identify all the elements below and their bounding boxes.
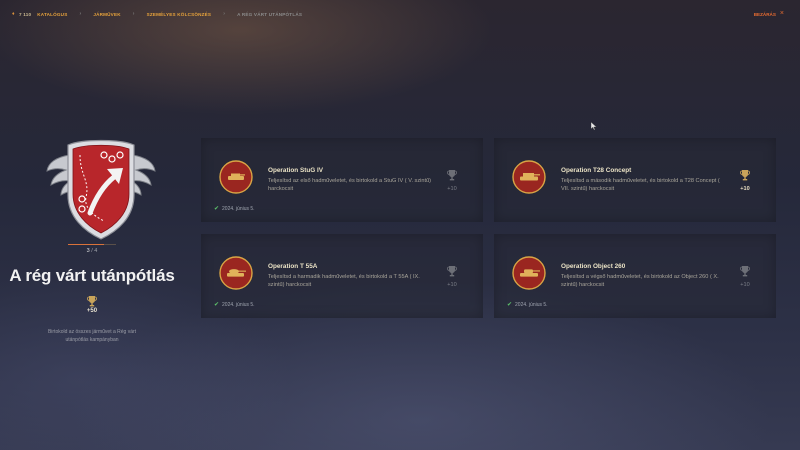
completion-date-text: 2024. június 5. <box>222 205 255 212</box>
operation-description: Teljesítsd a végső hadműveletet, és birt… <box>561 274 719 288</box>
operation-title: Operation T28 Concept <box>561 167 632 174</box>
campaign-progress-text: 3 / 4 <box>0 248 184 254</box>
operation-reward: +10 <box>441 264 463 288</box>
close-button[interactable]: Bezárás × <box>753 10 784 17</box>
close-label: Bezárás <box>753 11 776 17</box>
breadcrumb-personal-rental[interactable]: Személyes kölcsönzés <box>147 12 212 17</box>
operation-title: Operation Object 260 <box>561 263 626 270</box>
campaign-reward: +50 <box>0 296 184 314</box>
operation-reward-value: +10 <box>447 282 457 288</box>
operation-reward: +10 <box>441 168 463 192</box>
operation-description: Teljesítsd a harmadik hadműveletet, és b… <box>268 274 420 288</box>
trophy-icon <box>740 266 750 277</box>
operation-card-stug-iv[interactable]: Operation StuG IV Teljesítsd az első had… <box>201 138 483 222</box>
breadcrumb-catalog[interactable]: Katalógus <box>37 12 67 17</box>
mouse-cursor-icon <box>591 122 597 130</box>
trophy-icon <box>87 296 97 307</box>
operation-card-t-55a[interactable]: Operation T 55A Teljesítsd a harmadik ha… <box>201 234 483 318</box>
operation-title: Operation StuG IV <box>268 167 324 174</box>
operation-reward-value: +10 <box>740 282 750 288</box>
completion-date-text: 2024. június 5. <box>515 301 548 308</box>
close-icon: × <box>779 10 784 17</box>
campaign-title: A rég várt utánpótlás <box>9 266 175 285</box>
breadcrumb-separator: › <box>79 11 82 17</box>
breadcrumb-separator: › <box>223 11 226 17</box>
check-icon: ✔ <box>507 302 513 308</box>
operation-card-t28-concept[interactable]: Operation T28 Concept Teljesítsd a másod… <box>494 138 776 222</box>
completion-date-text: 2024. június 5. <box>222 301 255 308</box>
campaign-description: Birtokold az összes járművet a Rég várt … <box>47 329 137 343</box>
tank-icon <box>219 160 253 194</box>
breadcrumb-vehicles[interactable]: Járművek <box>93 12 120 17</box>
campaign-progress-fill <box>68 244 104 245</box>
operation-reward-value: +10 <box>447 186 457 192</box>
operation-description: Teljesítsd az első hadműveletet, és birt… <box>268 178 432 192</box>
breadcrumb: ♦ 7 110 Katalógus › Járművek › Személyes… <box>12 11 302 17</box>
operation-reward: +10 <box>734 264 756 288</box>
resource-count: 7 110 <box>19 11 32 17</box>
breadcrumb-separator: › <box>132 11 135 17</box>
campaign-badge-icon <box>46 139 156 240</box>
check-icon: ✔ <box>214 302 220 308</box>
operation-card-object-260[interactable]: Operation Object 260 Teljesítsd a végső … <box>494 234 776 318</box>
gold-icon: ♦ <box>12 10 15 17</box>
tank-icon <box>219 256 253 290</box>
top-bar: ♦ 7 110 Katalógus › Járművek › Személyes… <box>0 0 800 30</box>
completion-date: ✔ 2024. június 5. <box>507 301 548 309</box>
breadcrumb-current: A rég várt utánpótlás <box>237 11 303 17</box>
check-icon: ✔ <box>214 206 220 212</box>
operation-description: Teljesítsd a második hadműveletet, és bi… <box>561 178 720 192</box>
tank-icon <box>512 256 546 290</box>
operation-title: Operation T 55A <box>268 263 318 270</box>
trophy-icon <box>447 170 457 181</box>
campaign-progress-bar <box>68 244 116 245</box>
campaign-reward-value: +50 <box>86 308 98 314</box>
completion-date: ✔ 2024. június 5. <box>214 301 255 309</box>
trophy-icon <box>447 266 457 277</box>
progress-total: 4 <box>94 248 98 254</box>
trophy-icon <box>740 170 750 181</box>
completion-date: ✔ 2024. június 5. <box>214 205 255 213</box>
operation-reward: +10 <box>734 168 756 192</box>
tank-icon <box>512 160 546 194</box>
operation-reward-value: +10 <box>740 186 750 192</box>
